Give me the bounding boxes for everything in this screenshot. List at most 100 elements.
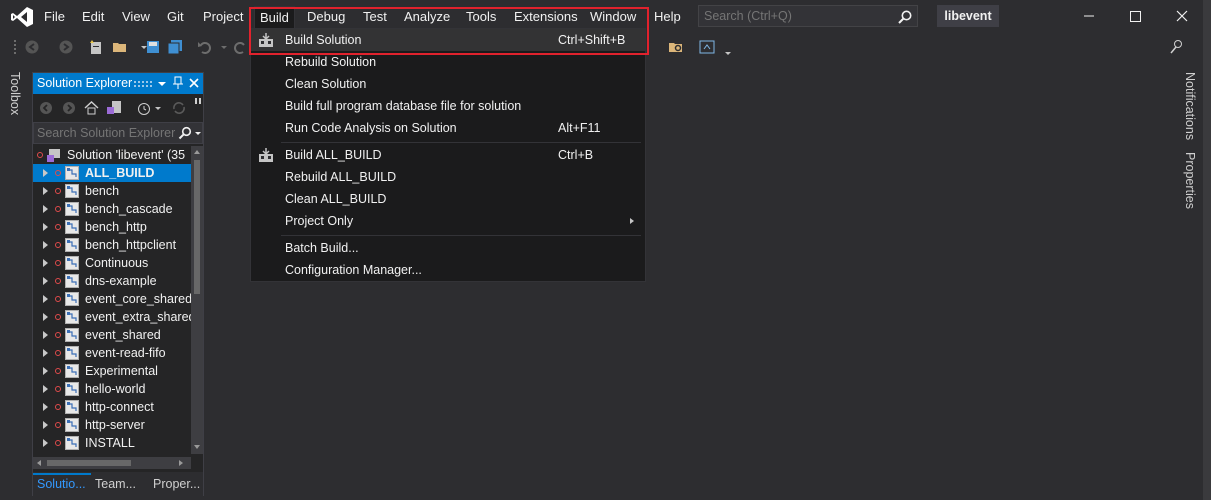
tree-item[interactable]: event-read-fifo <box>33 344 191 362</box>
tab-properties[interactable]: Proper... <box>153 475 203 493</box>
tree-item[interactable]: bench_http <box>33 218 191 236</box>
live-share-icon[interactable] <box>1169 39 1185 55</box>
expand-arrow-icon[interactable] <box>43 439 48 447</box>
build-menu-item[interactable]: Configuration Manager... <box>251 259 645 281</box>
expand-arrow-icon[interactable] <box>43 259 48 267</box>
tree-item[interactable]: http-server <box>33 416 191 434</box>
tree-item[interactable]: event_core_shared <box>33 290 191 308</box>
sync-icon[interactable] <box>171 100 187 116</box>
navigate-forward-icon[interactable] <box>58 39 74 55</box>
solution-search-input[interactable] <box>37 126 175 140</box>
expand-arrow-icon[interactable] <box>43 295 48 303</box>
home-icon[interactable] <box>84 100 99 115</box>
menu-view[interactable]: View <box>122 8 150 26</box>
build-menu-item[interactable]: Run Code Analysis on Solution Alt+F11 <box>251 117 645 139</box>
pending-changes-filter-icon[interactable] <box>136 100 152 116</box>
menu-project[interactable]: Project <box>203 8 243 26</box>
scroll-up-icon[interactable] <box>193 148 201 156</box>
tree-item[interactable]: Continuous <box>33 254 191 272</box>
switch-views-icon[interactable] <box>106 100 122 116</box>
tree-item[interactable]: event_shared <box>33 326 191 344</box>
new-project-icon[interactable] <box>88 39 104 55</box>
horizontal-scrollbar[interactable] <box>33 457 191 469</box>
expand-arrow-icon[interactable] <box>43 205 48 213</box>
menu-edit[interactable]: Edit <box>82 8 104 26</box>
tree-item[interactable]: bench <box>33 182 191 200</box>
build-menu-item[interactable]: Build full program database file for sol… <box>251 95 645 117</box>
expand-arrow-icon[interactable] <box>43 367 48 375</box>
tree-item[interactable]: hello-world <box>33 380 191 398</box>
build-menu-item[interactable]: Project Only <box>251 210 645 232</box>
chevron-down-icon[interactable] <box>194 127 202 139</box>
redo-icon[interactable] <box>232 39 248 55</box>
expand-arrow-icon[interactable] <box>43 223 48 231</box>
solution-tree: Solution 'libevent' (35 ALL_BUILD bench be… <box>33 146 191 458</box>
back-icon[interactable] <box>39 101 53 115</box>
scroll-thumb[interactable] <box>194 160 200 294</box>
save-all-icon[interactable] <box>167 39 183 55</box>
tree-item[interactable]: bench_httpclient <box>33 236 191 254</box>
pin-icon[interactable] <box>172 76 184 90</box>
notifications-tab[interactable]: Notifications <box>1183 72 1197 140</box>
expand-arrow-icon[interactable] <box>43 187 48 195</box>
tree-item[interactable]: bench_cascade <box>33 200 191 218</box>
toolbar-grip-icon <box>14 40 16 54</box>
expand-arrow-icon[interactable] <box>43 421 48 429</box>
scroll-right-icon[interactable] <box>177 459 185 467</box>
tree-item[interactable]: dns-example <box>33 272 191 290</box>
search-input[interactable] <box>704 9 884 23</box>
build-menu-item[interactable]: Clean Solution <box>251 73 645 95</box>
expand-arrow-icon[interactable] <box>43 403 48 411</box>
tree-item[interactable]: http-connect <box>33 398 191 416</box>
vertical-scrollbar[interactable] <box>191 146 203 454</box>
minimize-icon[interactable] <box>1074 4 1104 28</box>
solution-search-box[interactable] <box>33 122 203 144</box>
expand-arrow-icon[interactable] <box>43 313 48 321</box>
forward-icon[interactable] <box>62 101 76 115</box>
expand-arrow-icon[interactable] <box>43 169 48 177</box>
build-menu-item[interactable]: Batch Build... <box>251 237 645 259</box>
tab-team-explorer[interactable]: Team... <box>95 475 143 493</box>
tree-item[interactable]: ALL_BUILD <box>33 164 191 182</box>
build-menu-item[interactable]: Build ALL_BUILD Ctrl+B <box>251 144 645 166</box>
scroll-left-icon[interactable] <box>35 459 43 467</box>
tree-item[interactable]: INSTALL <box>33 434 191 452</box>
expand-arrow-icon[interactable] <box>43 331 48 339</box>
search-box[interactable] <box>698 5 918 27</box>
toolbox-tab[interactable]: Toolbox <box>2 72 28 122</box>
expand-arrow-icon[interactable] <box>43 385 48 393</box>
close-icon[interactable] <box>1167 4 1197 28</box>
menu-item-label: Build full program database file for sol… <box>285 99 522 113</box>
browser-icon[interactable] <box>699 39 715 55</box>
expand-arrow-icon[interactable] <box>43 241 48 249</box>
chevron-down-icon[interactable] <box>216 39 232 55</box>
undo-icon[interactable] <box>197 39 213 55</box>
tree-item[interactable]: Experimental <box>33 362 191 380</box>
more-icon[interactable] <box>195 98 201 108</box>
save-icon[interactable] <box>145 39 161 55</box>
search-icon[interactable] <box>178 126 192 140</box>
scroll-down-icon[interactable] <box>193 443 201 451</box>
navigate-back-icon[interactable] <box>24 39 40 55</box>
chevron-down-icon[interactable] <box>156 77 168 91</box>
visual-studio-logo-icon[interactable] <box>10 6 34 28</box>
properties-tab[interactable]: Properties <box>1183 152 1197 209</box>
menu-file[interactable]: File <box>44 8 65 26</box>
expand-arrow-icon[interactable] <box>43 349 48 357</box>
close-icon[interactable] <box>188 77 200 90</box>
chevron-down-icon[interactable] <box>154 101 162 115</box>
search-icon[interactable] <box>897 9 913 25</box>
tab-solution-explorer[interactable]: Solutio... <box>33 473 91 493</box>
expand-arrow-icon[interactable] <box>43 277 48 285</box>
chevron-down-icon[interactable] <box>720 45 736 61</box>
menu-git[interactable]: Git <box>167 8 184 26</box>
build-menu-item[interactable]: Clean ALL_BUILD <box>251 188 645 210</box>
scroll-thumb[interactable] <box>47 460 131 466</box>
open-file-icon[interactable] <box>112 39 128 55</box>
tree-item[interactable]: event_extra_shared <box>33 308 191 326</box>
menu-help[interactable]: Help <box>654 8 681 26</box>
tree-root-solution[interactable]: Solution 'libevent' (35 <box>33 146 191 164</box>
find-in-files-icon[interactable] <box>668 39 684 55</box>
build-menu-item[interactable]: Rebuild ALL_BUILD <box>251 166 645 188</box>
maximize-icon[interactable] <box>1120 4 1150 28</box>
